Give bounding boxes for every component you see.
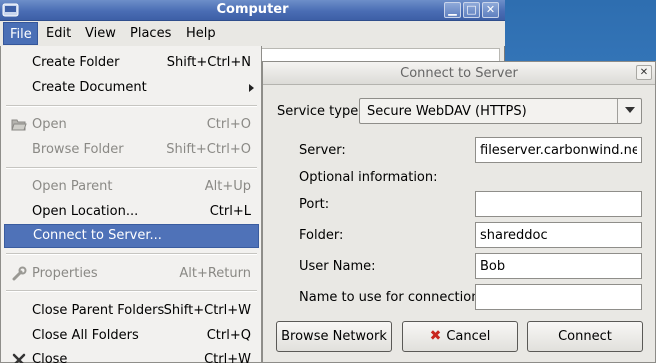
menuitem-label: Close Parent Folders <box>32 303 165 318</box>
menu-file-label: File <box>10 27 32 42</box>
menu-edit-label: Edit <box>46 26 72 41</box>
server-field[interactable] <box>475 137 642 163</box>
cancel-button[interactable]: ✖ Cancel <box>402 321 518 352</box>
menuitem-accel: Ctrl+W <box>204 352 251 363</box>
menuitem-connect-to-server[interactable]: Connect to Server... <box>4 224 259 248</box>
maximize-button[interactable]: □ <box>463 2 480 18</box>
menu-places[interactable]: Places <box>124 22 177 45</box>
menuitem-open[interactable]: Open Ctrl+O <box>4 113 259 137</box>
menuitem-close-parent-folders[interactable]: Close Parent Folders Shift+Ctrl+W <box>4 299 259 323</box>
browse-network-button[interactable]: Browse Network <box>276 321 392 352</box>
menuitem-open-parent[interactable]: Open Parent Alt+Up <box>4 175 259 199</box>
username-label: User Name: <box>299 259 376 274</box>
submenu-arrow-icon <box>249 84 254 92</box>
menuitem-accel: Ctrl+Q <box>206 328 251 343</box>
port-input[interactable] <box>476 192 641 216</box>
port-label: Port: <box>299 197 330 212</box>
menuitem-label: Properties <box>32 266 98 281</box>
menu-view-label: View <box>85 26 116 41</box>
menuitem-accel: Alt+Up <box>204 179 251 194</box>
menu-edit[interactable]: Edit <box>40 22 77 45</box>
username-field[interactable] <box>475 253 642 279</box>
menuitem-accel: Ctrl+O <box>206 117 251 132</box>
connection-name-input[interactable] <box>476 285 641 309</box>
menuitem-close-all-folders[interactable]: Close All Folders Ctrl+Q <box>4 324 259 348</box>
wrench-icon <box>12 266 27 281</box>
open-folder-icon <box>11 119 27 131</box>
menu-separator <box>6 167 257 169</box>
chevron-down-icon <box>625 107 635 113</box>
menu-separator <box>6 290 257 292</box>
connect-to-server-dialog: Connect to Server ✕ Service type: Secure… <box>262 61 656 363</box>
menuitem-label: Connect to Server... <box>33 228 162 243</box>
cancel-label: Cancel <box>446 329 491 344</box>
menuitem-accel: Shift+Ctrl+W <box>163 303 251 318</box>
menu-help-label: Help <box>186 26 216 41</box>
dialog-titlebar[interactable]: Connect to Server ✕ <box>263 62 655 85</box>
service-type-label: Service type: <box>277 104 363 119</box>
connect-button[interactable]: Connect <box>527 321 643 352</box>
window-titlebar[interactable]: Computer ▁ □ ✕ <box>0 0 505 21</box>
connect-label: Connect <box>558 329 612 344</box>
menuitem-create-folder[interactable]: Create Folder Shift+Ctrl+N <box>4 51 259 75</box>
menuitem-label: Close All Folders <box>32 328 139 343</box>
menuitem-close[interactable]: Close Ctrl+W <box>4 348 259 363</box>
service-type-select[interactable]: Secure WebDAV (HTTPS) <box>359 98 642 124</box>
menu-view[interactable]: View <box>79 22 122 45</box>
server-label: Server: <box>299 143 346 158</box>
menu-separator <box>6 105 257 107</box>
browse-network-label: Browse Network <box>281 329 387 344</box>
menu-file[interactable]: File <box>3 22 38 45</box>
service-type-value: Secure WebDAV (HTTPS) <box>367 104 527 119</box>
menu-places-label: Places <box>130 26 172 41</box>
menuitem-open-location[interactable]: Open Location... Ctrl+L <box>4 200 259 224</box>
menuitem-browse-folder[interactable]: Browse Folder Shift+Ctrl+O <box>4 138 259 162</box>
menuitem-properties[interactable]: Properties Alt+Return <box>4 262 259 286</box>
window-title: Computer <box>216 2 289 17</box>
menuitem-accel: Alt+Return <box>179 266 251 281</box>
folder-label: Folder: <box>299 228 344 243</box>
connection-name-field[interactable] <box>475 284 642 310</box>
minimize-button[interactable]: ▁ <box>444 2 461 18</box>
dialog-close-button[interactable]: ✕ <box>636 65 652 80</box>
menuitem-label: Create Document <box>32 80 147 95</box>
menuitem-accel: Shift+Ctrl+O <box>166 142 251 157</box>
folder-field[interactable] <box>475 222 642 248</box>
menuitem-label: Create Folder <box>32 55 120 70</box>
menuitem-label: Close <box>32 352 68 363</box>
menuitem-create-document[interactable]: Create Document <box>4 76 259 100</box>
menuitem-accel: Shift+Ctrl+N <box>166 55 251 70</box>
menu-separator <box>6 253 257 255</box>
menubar: File Edit View Places Help <box>0 21 505 46</box>
menuitem-label: Open Location... <box>32 204 139 219</box>
menu-help[interactable]: Help <box>180 22 222 45</box>
optional-info-label: Optional information: <box>299 170 438 185</box>
connection-name-label: Name to use for connection: <box>299 290 484 305</box>
dialog-title: Connect to Server <box>400 66 518 81</box>
port-field[interactable] <box>475 191 642 217</box>
menuitem-label: Open <box>32 117 67 132</box>
file-menu: Create Folder Shift+Ctrl+N Create Docume… <box>0 46 262 363</box>
menuitem-label: Open Parent <box>32 179 113 194</box>
menuitem-label: Browse Folder <box>32 142 124 157</box>
close-window-button[interactable]: ✕ <box>482 2 499 18</box>
folder-input[interactable] <box>476 223 641 247</box>
server-input[interactable] <box>476 138 641 162</box>
dropdown-button[interactable] <box>617 99 641 123</box>
username-input[interactable] <box>476 254 641 278</box>
menuitem-accel: Ctrl+L <box>209 204 251 219</box>
cancel-x-icon: ✖ <box>429 328 442 344</box>
close-icon <box>12 353 26 363</box>
